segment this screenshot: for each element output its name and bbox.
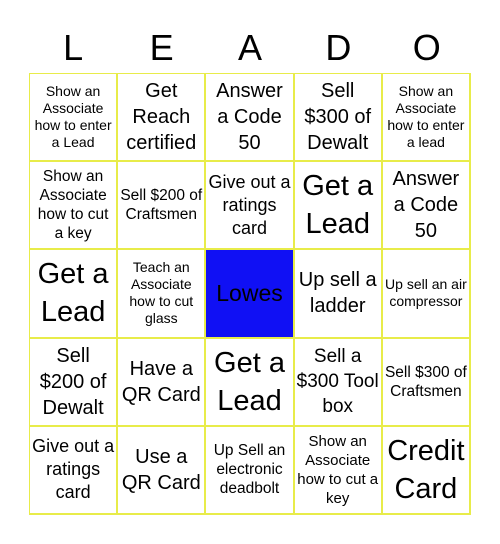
bingo-header: L E A D O [29, 0, 471, 73]
bingo-cell[interactable]: Up sell a ladder [294, 250, 383, 339]
bingo-cell[interactable]: Give out a ratings card [30, 426, 119, 515]
bingo-cell[interactable]: Up sell an air compressor [382, 250, 471, 339]
free-space-cell[interactable]: Lowes [206, 250, 295, 339]
bingo-cell[interactable]: Get a Lead [30, 250, 119, 339]
bingo-cell[interactable]: Sell a $300 Tool box [294, 338, 383, 427]
bingo-cell[interactable]: Show an Associate how to enter a lead [382, 74, 471, 163]
header-letter-e: E [149, 27, 174, 68]
bingo-cell[interactable]: Up Sell an electronic deadbolt [206, 426, 295, 515]
header-letter-l: L [63, 27, 84, 68]
bingo-cell[interactable]: Sell $300 of Craftsmen [382, 338, 471, 427]
bingo-cell[interactable]: Have a QR Card [118, 338, 207, 427]
header-letter-o: O [412, 27, 441, 68]
bingo-cell[interactable]: Credit Card [382, 426, 471, 515]
bingo-cell[interactable]: Show an Associate how to enter a Lead [30, 74, 119, 163]
bingo-board: Show an Associate how to enter a Lead Ge… [29, 73, 471, 515]
bingo-cell[interactable]: Teach an Associate how to cut glass [118, 250, 207, 339]
bingo-cell[interactable]: Show an Associate how to cut a key [294, 426, 383, 515]
bingo-cell[interactable]: Answer a Code 50 [206, 74, 295, 163]
header-letter-a: A [237, 27, 262, 68]
bingo-cell[interactable]: Give out a ratings card [206, 162, 295, 251]
bingo-cell[interactable]: Show an Associate how to cut a key [30, 162, 119, 251]
bingo-cell[interactable]: Get a Lead [206, 338, 295, 427]
bingo-cell[interactable]: Get Reach certified [118, 74, 207, 163]
bingo-cell[interactable]: Get a Lead [294, 162, 383, 251]
bingo-cell[interactable]: Sell $200 of Craftsmen [118, 162, 207, 251]
header-letter-d: D [325, 27, 352, 68]
bingo-cell[interactable]: Use a QR Card [118, 426, 207, 515]
bingo-cell[interactable]: Answer a Code 50 [382, 162, 471, 251]
bingo-cell[interactable]: Sell $200 of Dewalt [30, 338, 119, 427]
bingo-cell[interactable]: Sell $300 of Dewalt [294, 74, 383, 163]
